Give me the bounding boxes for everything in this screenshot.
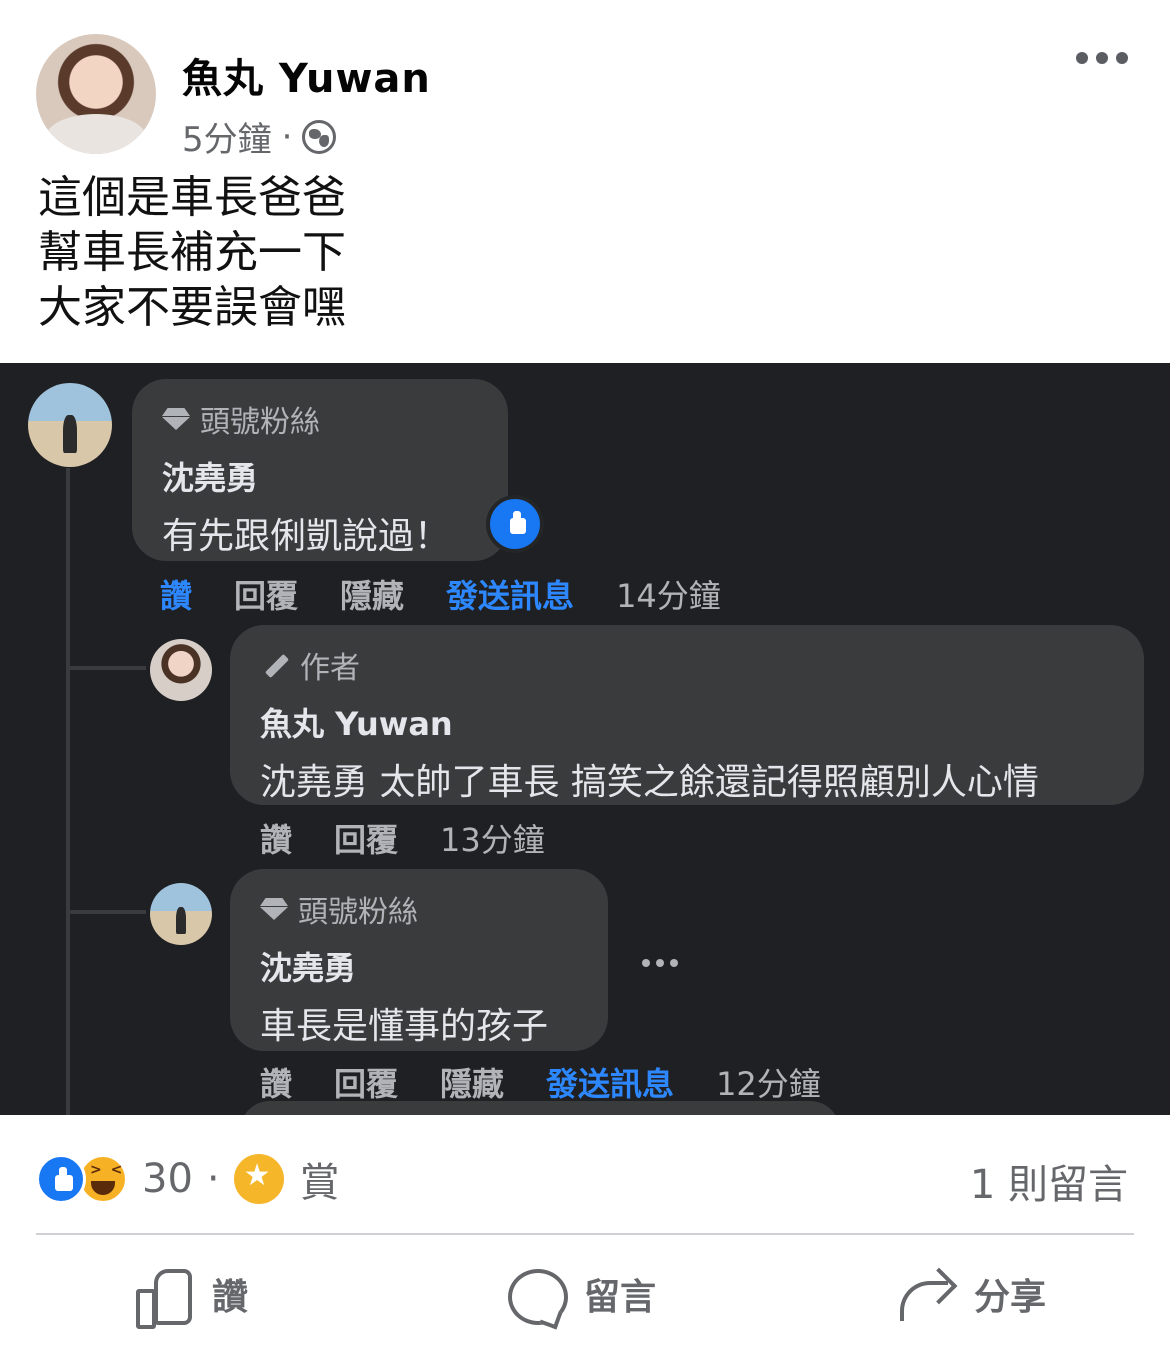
post-header: 魚丸 Yuwan 5分鐘 · [0, 0, 1170, 160]
thread-branch [66, 666, 146, 670]
commenter-name: 沈堯勇 [260, 949, 357, 987]
post-text-line: 這個是車長爸爸 [38, 172, 346, 223]
comments-count[interactable]: 1 則留言 [970, 1152, 1128, 1210]
comment-actions: 讚 回覆 隱藏 發送訊息 12分鐘 [260, 1059, 863, 1105]
comment-bubble-icon [506, 1265, 568, 1325]
like-reaction-icon [36, 1154, 86, 1204]
comment-time: 13分鐘 [440, 821, 545, 859]
comment-label: 留言 [584, 1277, 657, 1318]
share-button[interactable]: 分享 [896, 1262, 1046, 1326]
post-text: 這個是車長爸爸 幫車長補充一下 大家不要誤會嘿 [38, 170, 346, 335]
comment-time: 14分鐘 [616, 577, 721, 615]
like-button[interactable]: 讚 [134, 1262, 249, 1329]
meta-separator: · [281, 116, 293, 157]
like-label: 讚 [212, 1277, 249, 1318]
diamond-icon [260, 898, 288, 920]
divider [36, 1233, 1134, 1235]
post-meta: 5分鐘 · [182, 112, 337, 161]
comment-reply-link: 回覆 [334, 1065, 399, 1103]
comment-hide-link: 隱藏 [340, 577, 405, 615]
author-name[interactable]: 魚丸 Yuwan [182, 46, 431, 104]
badge-label: 頭號粉絲 [298, 895, 418, 930]
thread-line [66, 468, 70, 1115]
comment-reply-link: 回覆 [334, 821, 399, 859]
comment-more-icon [642, 959, 678, 967]
diamond-icon [162, 408, 190, 430]
comment-message-link: 發送訊息 [446, 577, 575, 615]
star-icon[interactable] [233, 1154, 284, 1204]
comment-button[interactable]: 留言 [506, 1262, 656, 1326]
comment-actions: 讚 回覆 隱藏 發送訊息 14分鐘 [160, 571, 763, 617]
comment-reply-link: 回覆 [234, 577, 299, 615]
more-options-icon[interactable] [1076, 52, 1128, 64]
stars-label[interactable]: 賞 [300, 1150, 340, 1208]
reaction-count: 30 [142, 1156, 193, 1202]
author-avatar[interactable] [36, 34, 156, 154]
comment-like-link: 讚 [260, 1065, 293, 1103]
commenter-name: 魚丸 Yuwan [260, 705, 453, 743]
comment-like-link: 讚 [260, 821, 293, 859]
globe-icon [302, 119, 337, 154]
post-time[interactable]: 5分鐘 [182, 112, 272, 161]
commenter-avatar [150, 883, 212, 945]
badge-label: 頭號粉絲 [200, 405, 320, 440]
like-reaction-icon [486, 495, 544, 553]
top-fan-badge: 頭號粉絲 [260, 887, 578, 931]
share-arrow-icon [896, 1265, 954, 1323]
post-text-line: 幫車長補充一下 [38, 227, 346, 278]
comment-time: 12分鐘 [716, 1065, 821, 1103]
comment-bubble: 頭號粉絲 沈堯勇 車長是懂事的孩子 [230, 869, 608, 1051]
reaction-separator: · [206, 1156, 220, 1202]
comment-like-link: 讚 [160, 577, 193, 615]
commenter-avatar [28, 383, 112, 467]
post-text-line: 大家不要誤會嘿 [38, 282, 346, 333]
commenter-name: 沈堯勇 [162, 459, 259, 497]
comment-bubble: 頭號粉絲 沈堯勇 有先跟俐凱說過！ [132, 379, 508, 561]
attached-screenshot[interactable]: 頭號粉絲 沈堯勇 有先跟俐凱說過！ 讚 回覆 隱藏 發送訊息 14分鐘 作者 魚… [0, 363, 1170, 1115]
comment-text: 車長是懂事的孩子 [260, 1006, 549, 1047]
comment-hide-link: 隱藏 [440, 1065, 505, 1103]
next-comment-bubble [240, 1101, 840, 1115]
thread-branch [66, 910, 146, 914]
top-fan-badge: 頭號粉絲 [162, 397, 478, 441]
commenter-avatar [150, 639, 212, 701]
comment-message-link: 發送訊息 [546, 1065, 675, 1103]
share-label: 分享 [974, 1277, 1047, 1318]
thumbs-up-icon [134, 1265, 192, 1329]
comment-actions: 讚 回覆 13分鐘 [260, 815, 587, 861]
pen-icon [260, 650, 290, 680]
reactions-summary[interactable]: 30 · 賞 [36, 1150, 340, 1208]
comment-text: 有先跟俐凱說過！ [162, 516, 451, 557]
comment-text: 沈堯勇 太帥了車長 搞笑之餘還記得照顧別人心情 [260, 762, 1039, 803]
badge-label: 作者 [300, 651, 360, 686]
comment-bubble: 作者 魚丸 Yuwan 沈堯勇 太帥了車長 搞笑之餘還記得照顧別人心情 [230, 625, 1144, 805]
author-badge: 作者 [260, 643, 1114, 687]
